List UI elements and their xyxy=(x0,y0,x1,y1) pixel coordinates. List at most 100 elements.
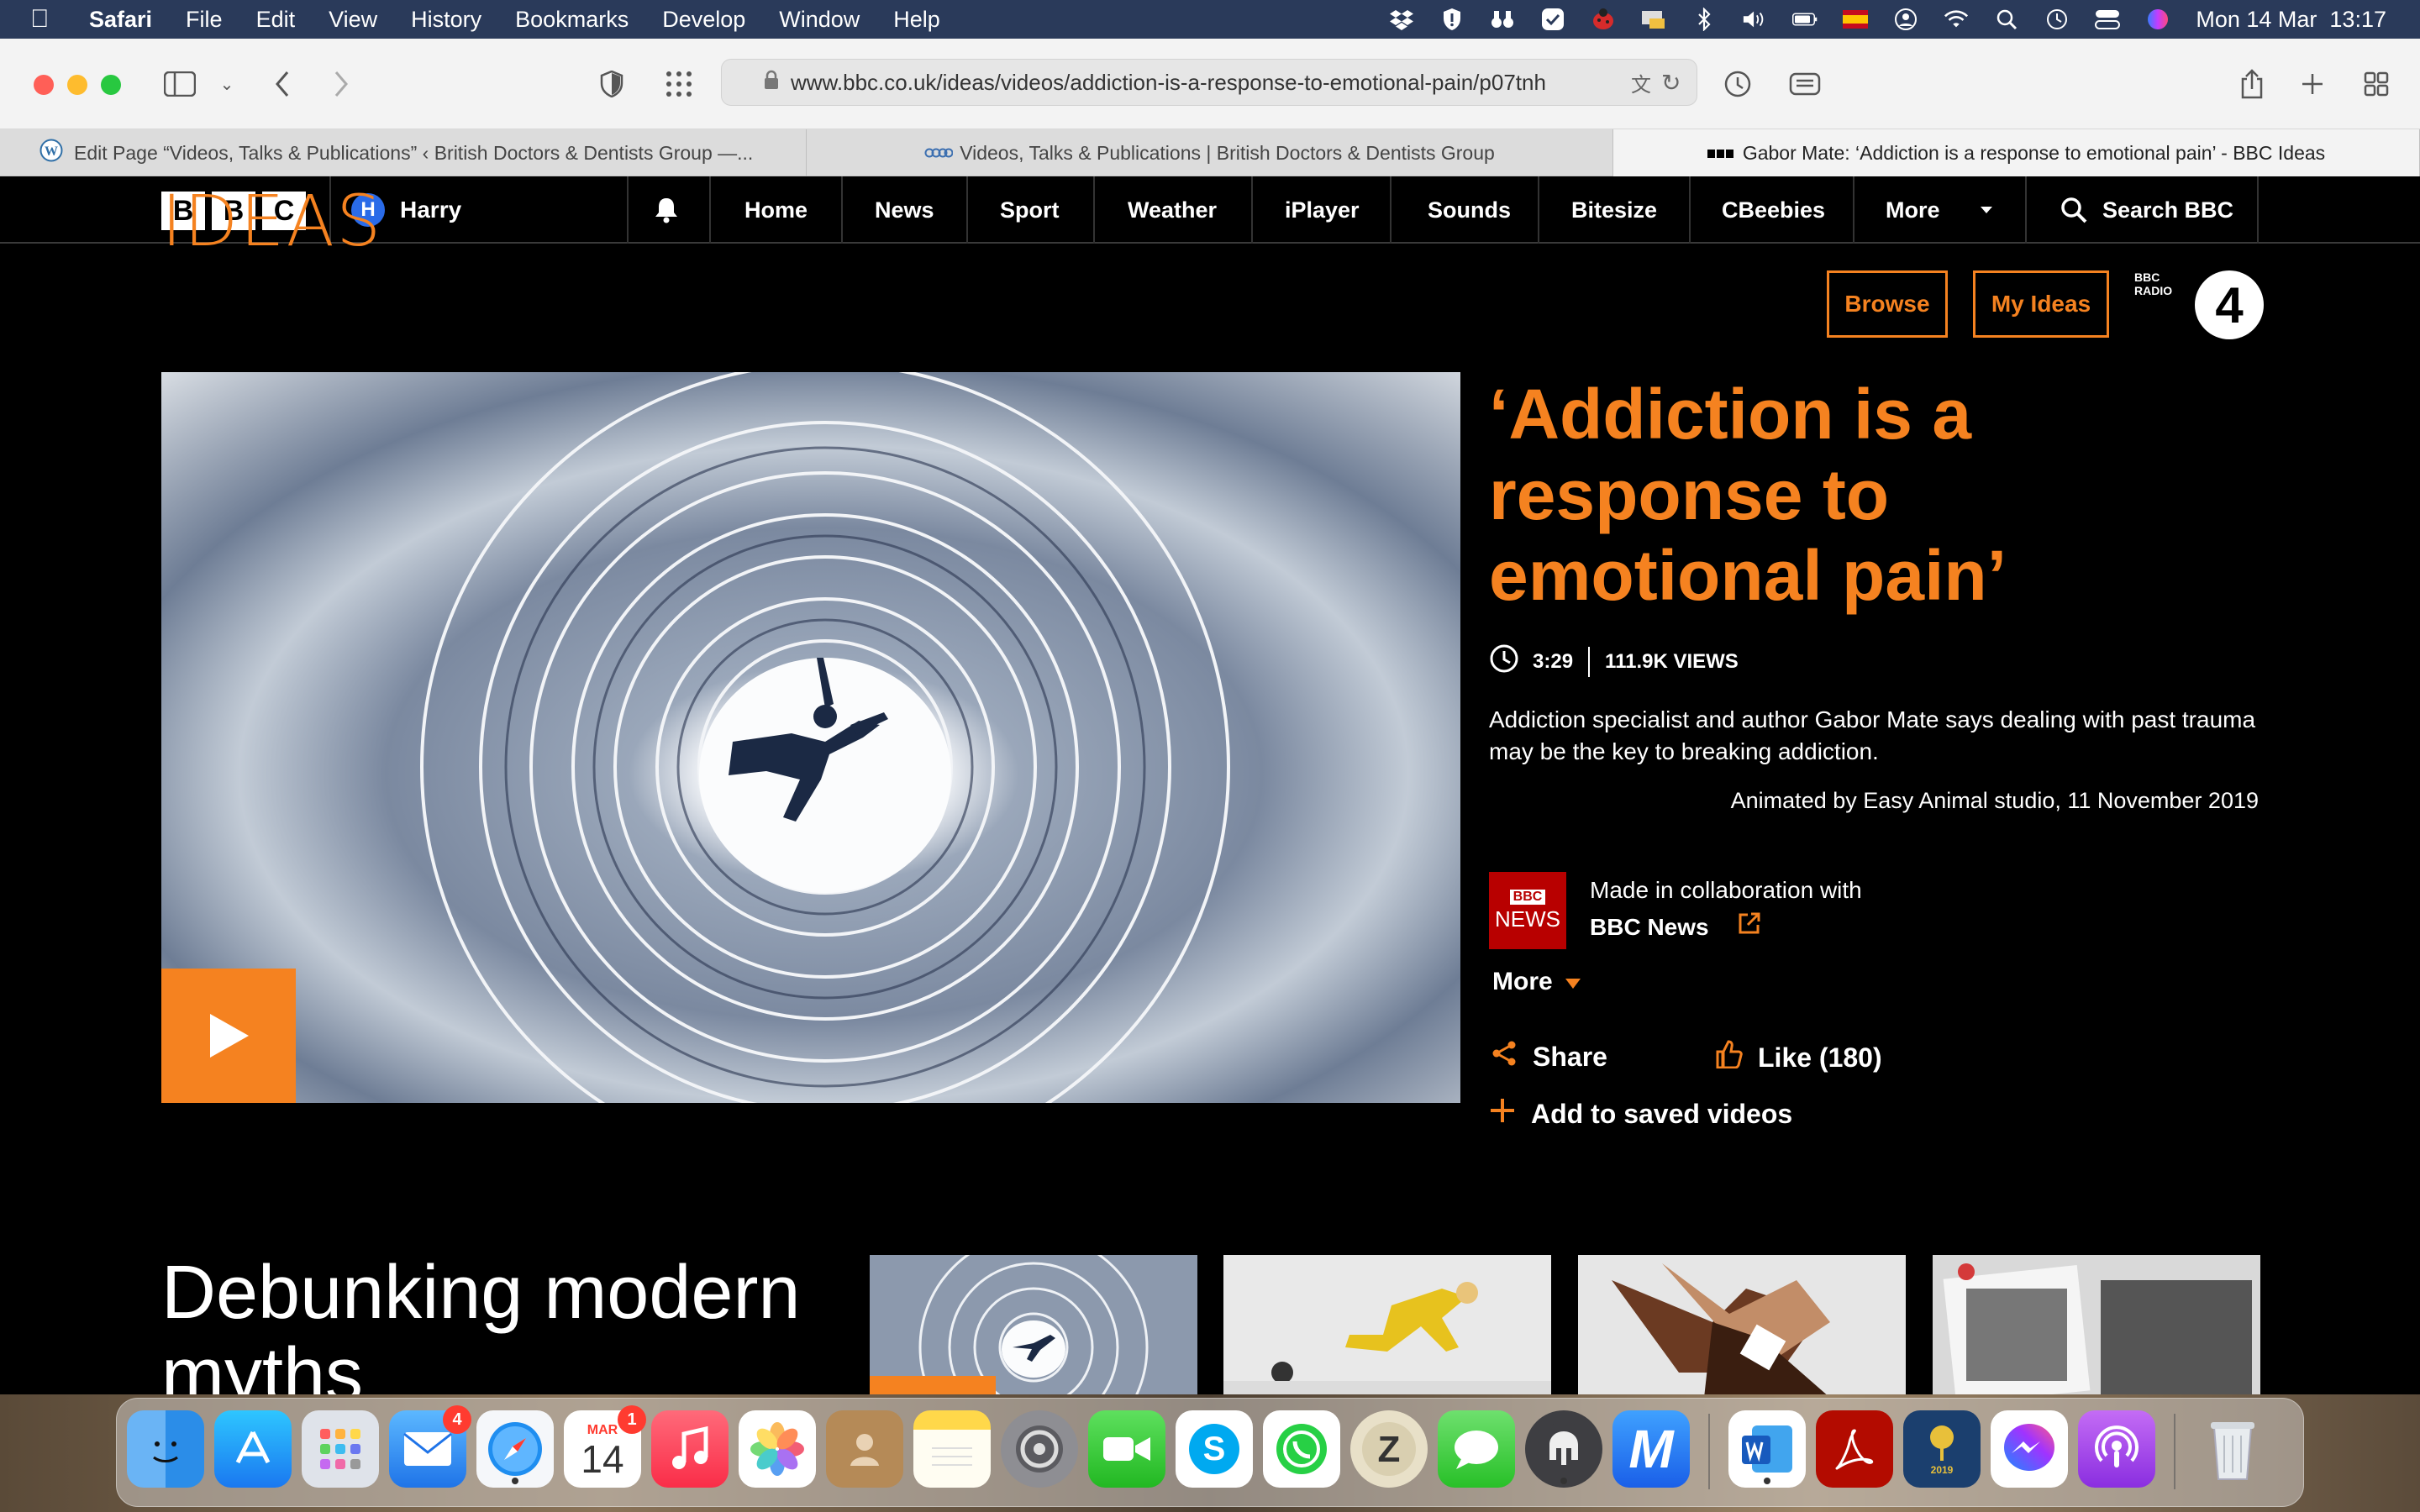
dropbox-icon[interactable] xyxy=(1389,7,1414,32)
related-video-thumbnail[interactable] xyxy=(1223,1255,1551,1394)
finder-icon[interactable] xyxy=(127,1410,204,1488)
menu-history[interactable]: History xyxy=(411,7,481,33)
app-store-icon[interactable] xyxy=(214,1410,292,1488)
music-icon[interactable] xyxy=(651,1410,729,1488)
skype-icon[interactable]: S xyxy=(1176,1410,1253,1488)
menu-edit[interactable]: Edit xyxy=(256,7,296,33)
ladybug-icon[interactable] xyxy=(1591,7,1616,32)
caret-down-icon[interactable] xyxy=(1980,176,1993,244)
acrobat-icon[interactable] xyxy=(1816,1410,1893,1488)
menu-bookmarks[interactable]: Bookmarks xyxy=(515,7,629,33)
photos-icon[interactable] xyxy=(739,1410,816,1488)
menu-develop[interactable]: Develop xyxy=(662,7,745,33)
volume-icon[interactable] xyxy=(1742,7,1767,32)
translate-icon[interactable]: 文 xyxy=(1631,68,1651,97)
close-window-button[interactable] xyxy=(34,75,54,95)
cast-icon[interactable] xyxy=(1641,7,1666,32)
grid-icon[interactable] xyxy=(662,67,696,101)
sidebar-toggle-icon[interactable] xyxy=(163,67,197,101)
zotero-icon[interactable]: Z xyxy=(1350,1410,1428,1488)
messages-icon[interactable] xyxy=(1438,1410,1515,1488)
siri-icon[interactable] xyxy=(2145,7,2170,32)
related-video-thumbnail[interactable] xyxy=(870,1255,1197,1394)
podcasts-icon[interactable] xyxy=(2078,1410,2155,1488)
menu-help[interactable]: Help xyxy=(893,7,940,33)
whatsapp-icon[interactable] xyxy=(1263,1410,1340,1488)
shield-icon[interactable] xyxy=(1439,7,1465,32)
browse-button[interactable]: Browse xyxy=(1827,270,1948,338)
facetime-icon[interactable] xyxy=(1088,1410,1165,1488)
menu-app-safari[interactable]: Safari xyxy=(89,7,152,33)
share-button[interactable]: Share xyxy=(1491,1040,1607,1074)
menu-file[interactable]: File xyxy=(186,7,223,33)
tableplus-elephant-icon[interactable] xyxy=(1525,1410,1602,1488)
nav-sounds[interactable]: Sounds xyxy=(1428,176,1511,244)
my-ideas-button[interactable]: My Ideas xyxy=(1973,270,2109,338)
mail-icon[interactable]: 4 xyxy=(389,1405,471,1488)
nav-bitesize[interactable]: Bitesize xyxy=(1571,176,1657,244)
search-icon[interactable] xyxy=(2060,176,2087,244)
notifications-bell-icon[interactable] xyxy=(654,176,679,244)
nav-sport[interactable]: Sport xyxy=(1000,176,1060,244)
bbc-news-logo[interactable]: BBC NEWS xyxy=(1489,872,1566,949)
binoculars-icon[interactable] xyxy=(1490,7,1515,32)
apple-icon[interactable]:  xyxy=(30,5,64,34)
collaboration-link[interactable]: BBC News xyxy=(1590,909,1862,946)
back-icon[interactable] xyxy=(266,67,299,101)
system-preferences-icon[interactable] xyxy=(1001,1410,1078,1488)
related-video-thumbnail[interactable] xyxy=(1578,1255,1906,1394)
messenger-icon[interactable] xyxy=(1991,1410,2068,1488)
battery-icon[interactable] xyxy=(1792,7,1818,32)
privacy-shield-icon[interactable] xyxy=(595,67,629,101)
menu-window[interactable]: Window xyxy=(779,7,860,33)
tab-bbc-ideas[interactable]: Gabor Mate: ‘Addiction is a response to … xyxy=(1613,129,2420,176)
search-bbc-link[interactable]: Search BBC xyxy=(2102,176,2233,244)
contacts-icon[interactable] xyxy=(826,1410,903,1488)
chevron-down-icon[interactable]: ⌄ xyxy=(210,67,244,101)
safari-icon[interactable] xyxy=(476,1410,554,1488)
nav-cbeebies[interactable]: CBeebies xyxy=(1722,176,1825,244)
time-machine-icon[interactable] xyxy=(2044,7,2070,32)
reload-icon[interactable]: ↻ xyxy=(1661,69,1681,97)
wifi-icon[interactable] xyxy=(1944,7,1969,32)
tab-videos-talks[interactable]: Videos, Talks & Publications | British D… xyxy=(807,129,1613,176)
related-video-thumbnail[interactable] xyxy=(1933,1255,2260,1394)
zoom-window-button[interactable] xyxy=(101,75,121,95)
check-icon[interactable] xyxy=(1540,7,1565,32)
menubar-clock[interactable]: Mon 14 Mar 13:17 xyxy=(2196,7,2386,33)
play-button[interactable] xyxy=(161,969,296,1103)
nav-iplayer[interactable]: iPlayer xyxy=(1285,176,1360,244)
bluetooth-icon[interactable] xyxy=(1691,7,1717,32)
tab-overview-icon[interactable] xyxy=(2360,67,2393,101)
share-icon[interactable] xyxy=(2235,67,2269,101)
forward-icon[interactable] xyxy=(324,67,358,101)
url-text[interactable]: www.bbc.co.uk/ideas/videos/addiction-is-… xyxy=(791,70,1623,96)
history-clock-icon[interactable] xyxy=(1721,67,1754,101)
like-button[interactable]: Like (180) xyxy=(1716,1040,1882,1075)
tab-edit-page[interactable]: W Edit Page “Videos, Talks & Publication… xyxy=(0,129,807,176)
nav-news[interactable]: News xyxy=(875,176,934,244)
spain-flag-icon[interactable] xyxy=(1843,7,1869,32)
mindnode-m-icon[interactable]: M xyxy=(1612,1410,1690,1488)
notes-icon[interactable] xyxy=(913,1410,991,1488)
video-player[interactable] xyxy=(161,372,1460,1103)
nav-home[interactable]: Home xyxy=(744,176,808,244)
menu-view[interactable]: View xyxy=(329,7,377,33)
minimize-window-button[interactable] xyxy=(67,75,87,95)
address-bar[interactable]: www.bbc.co.uk/ideas/videos/addiction-is-… xyxy=(721,59,1697,106)
word-icon[interactable] xyxy=(1728,1410,1806,1488)
launchpad-icon[interactable] xyxy=(302,1410,379,1488)
nav-more[interactable]: More xyxy=(1886,176,1940,244)
control-center-icon[interactable] xyxy=(2095,7,2121,32)
new-tab-icon[interactable] xyxy=(2296,67,2329,101)
nav-weather[interactable]: Weather xyxy=(1128,176,1217,244)
trash-icon[interactable] xyxy=(2194,1410,2271,1488)
reader-icon[interactable] xyxy=(1788,67,1822,101)
more-toggle[interactable]: More xyxy=(1492,968,1581,996)
calendar-icon[interactable]: MAR 14 1 xyxy=(564,1405,646,1488)
yearbook-tree-icon[interactable]: 2019 xyxy=(1903,1410,1981,1488)
ideas-logo[interactable]: IDEAS xyxy=(161,180,382,262)
user-icon[interactable] xyxy=(1893,7,1918,32)
bbc-radio-4-logo[interactable]: BBC RADIO 4 xyxy=(2134,270,2264,339)
add-to-saved-button[interactable]: Add to saved videos xyxy=(1489,1097,1792,1131)
